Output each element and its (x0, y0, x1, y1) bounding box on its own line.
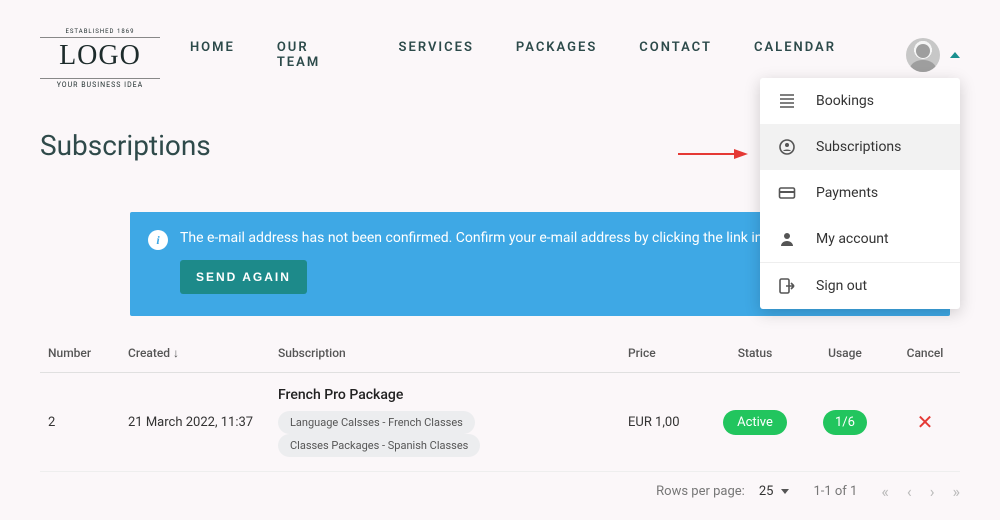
annotation-arrow-icon (678, 149, 748, 159)
dropdown-item-label: Bookings (816, 93, 874, 109)
signout-icon (778, 277, 796, 295)
dropdown-item-sign-out[interactable]: Sign out (760, 263, 960, 309)
cell-price: EUR 1,00 (620, 373, 710, 472)
dropdown-item-label: Sign out (816, 278, 867, 294)
nav-our-team[interactable]: OUR TEAM (277, 40, 357, 70)
nav-contact[interactable]: CONTACT (639, 40, 712, 70)
cell-created: 21 March 2022, 11:37 (120, 373, 270, 472)
cancel-button[interactable]: ✕ (890, 373, 960, 472)
refresh-user-icon (778, 138, 796, 156)
send-again-button[interactable]: SEND AGAIN (180, 260, 307, 294)
page-range: 1-1 of 1 (813, 484, 857, 499)
last-page-button[interactable]: » (953, 482, 961, 501)
nav-home[interactable]: HOME (190, 40, 235, 70)
dropdown-item-subscriptions[interactable]: Subscriptions (760, 124, 960, 170)
first-page-button[interactable]: « (881, 482, 889, 501)
caret-down-icon (781, 489, 789, 494)
subscription-chip: Classes Packages - Spanish Classes (278, 434, 480, 457)
sort-down-icon: ↓ (173, 346, 179, 360)
cell-subscription: French Pro Package Language Calsses - Fr… (270, 373, 620, 472)
status-badge: Active (723, 410, 787, 435)
col-usage[interactable]: Usage (800, 334, 890, 373)
list-icon (778, 92, 796, 110)
user-icon (778, 230, 796, 248)
col-created[interactable]: Created ↓ (120, 334, 270, 373)
col-subscription[interactable]: Subscription (270, 334, 620, 373)
subscription-title: French Pro Package (278, 387, 612, 403)
dropdown-item-label: My account (816, 231, 889, 247)
dropdown-item-payments[interactable]: Payments (760, 170, 960, 216)
user-dropdown: Bookings Subscriptions Payments My accou… (760, 78, 960, 309)
avatar-icon (906, 38, 940, 72)
col-number[interactable]: Number (40, 334, 120, 373)
caret-up-icon (950, 52, 960, 58)
table-row: 2 21 March 2022, 11:37 French Pro Packag… (40, 373, 960, 472)
subscription-chip: Language Calsses - French Classes (278, 411, 475, 434)
cell-number: 2 (40, 373, 120, 472)
subscriptions-table: Number Created ↓ Subscription Price Stat… (40, 334, 960, 472)
dropdown-item-label: Subscriptions (816, 139, 901, 155)
main-nav: HOME OUR TEAM SERVICES PACKAGES CONTACT … (190, 40, 836, 70)
dropdown-item-label: Payments (816, 185, 878, 201)
col-price[interactable]: Price (620, 334, 710, 373)
user-menu-toggle[interactable] (906, 38, 960, 72)
info-icon: i (148, 230, 168, 250)
nav-calendar[interactable]: CALENDAR (754, 40, 836, 70)
dropdown-item-my-account[interactable]: My account (760, 216, 960, 262)
logo: ESTABLISHED 1869 LOGO YOUR BUSINESS IDEA (40, 18, 160, 91)
nav-packages[interactable]: PACKAGES (516, 40, 597, 70)
card-icon (778, 184, 796, 202)
rows-per-page-select[interactable]: 25 (759, 484, 790, 499)
logo-established: ESTABLISHED 1869 (40, 28, 160, 38)
rows-per-page-label: Rows per page: (656, 484, 745, 499)
col-cancel[interactable]: Cancel (890, 334, 960, 373)
dropdown-item-bookings[interactable]: Bookings (760, 78, 960, 124)
logo-main: LOGO (40, 40, 160, 72)
usage-badge: 1/6 (823, 410, 867, 435)
prev-page-button[interactable]: ‹ (907, 482, 912, 501)
col-status[interactable]: Status (710, 334, 800, 373)
next-page-button[interactable]: › (930, 482, 935, 501)
pagination: Rows per page: 25 1-1 of 1 « ‹ › » (0, 472, 1000, 501)
nav-services[interactable]: SERVICES (399, 40, 474, 70)
logo-sub: YOUR BUSINESS IDEA (40, 78, 160, 89)
